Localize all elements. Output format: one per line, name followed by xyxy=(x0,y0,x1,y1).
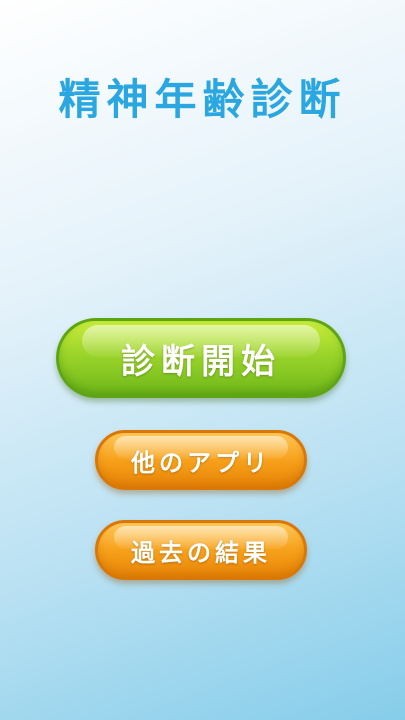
other-apps-label: 他のアプリ xyxy=(131,448,271,477)
start-diagnosis-label: 診断開始 xyxy=(121,341,281,382)
past-results-button[interactable]: 過去の結果 xyxy=(95,520,307,580)
past-results-label: 過去の結果 xyxy=(131,538,271,567)
app-title: 精神年齢診断 xyxy=(58,75,347,124)
other-apps-button[interactable]: 他のアプリ xyxy=(95,430,307,490)
start-diagnosis-button[interactable]: 診断開始 xyxy=(56,318,346,398)
